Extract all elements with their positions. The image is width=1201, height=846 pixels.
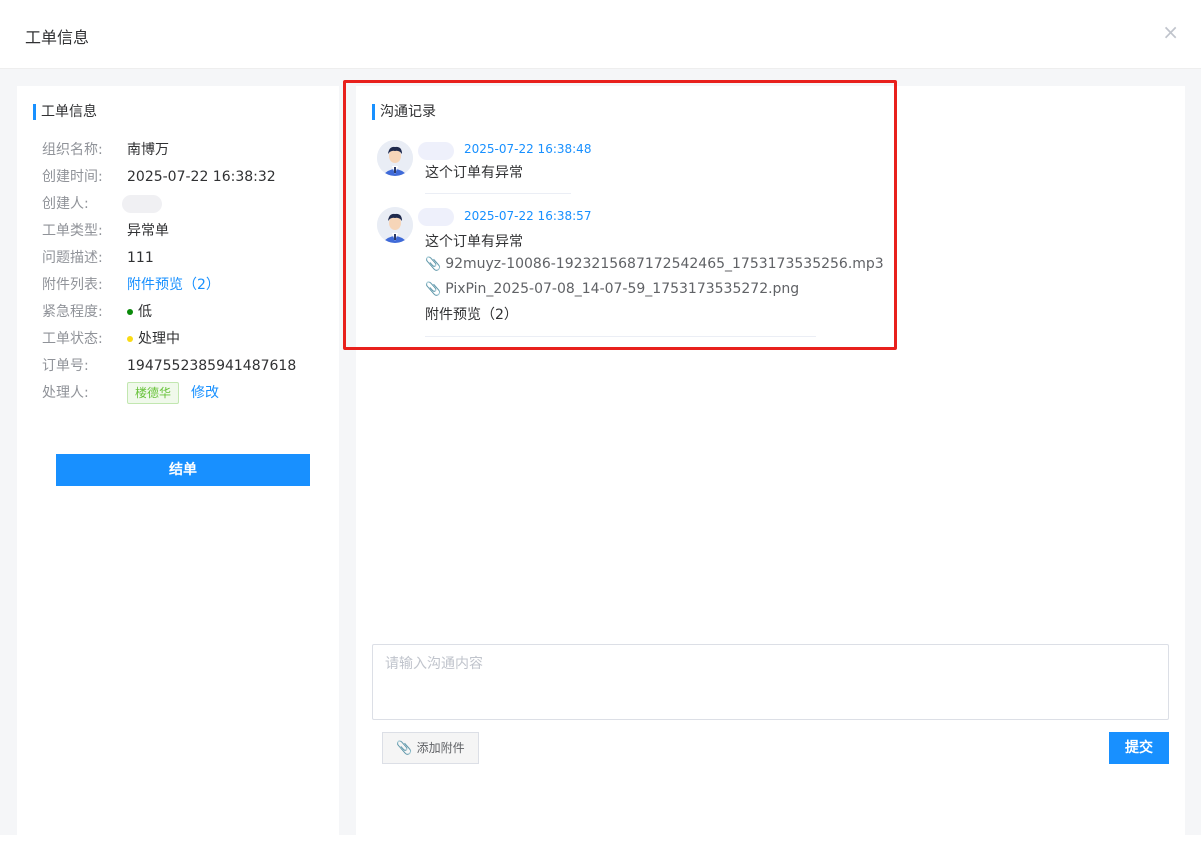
info-row-handler: 处理人: 楼德华 修改	[42, 382, 219, 404]
info-value: 南博万	[127, 142, 169, 158]
finish-ticket-button[interactable]: 结单	[56, 454, 310, 486]
info-label: 紧急程度:	[42, 304, 103, 320]
info-label: 创建时间:	[42, 169, 103, 185]
info-row-urgency: 紧急程度: 低	[42, 302, 152, 322]
edit-handler-link[interactable]: 修改	[191, 385, 219, 401]
info-label: 订单号:	[42, 358, 89, 374]
info-row-creator: 创建人:	[42, 194, 162, 214]
info-row-attachments: 附件列表: 附件预览（2）	[42, 275, 220, 295]
status-dot-icon	[127, 336, 133, 342]
ticket-info-title: 工单信息	[33, 104, 97, 120]
info-label: 组织名称:	[42, 142, 103, 158]
info-label: 处理人:	[42, 385, 89, 401]
paperclip-icon: 📎	[396, 741, 413, 756]
submit-button[interactable]: 提交	[1109, 732, 1169, 764]
info-row-order-no: 订单号: 1947552385941487618	[42, 356, 296, 376]
info-value: 2025-07-22 16:38:32	[127, 169, 276, 185]
add-attachment-button[interactable]: 📎 添加附件	[382, 732, 479, 764]
modal-header: 工单信息 ×	[0, 0, 1201, 69]
info-row-created-time: 创建时间: 2025-07-22 16:38:32	[42, 167, 276, 187]
modal-title: 工单信息	[25, 28, 90, 47]
info-label: 附件列表:	[42, 277, 103, 293]
info-row-org: 组织名称: 南博万	[42, 140, 169, 160]
message-input[interactable]: 请输入沟通内容	[372, 644, 1169, 720]
info-row-description: 问题描述: 111	[42, 248, 154, 268]
info-value: 111	[127, 250, 154, 266]
info-label: 工单状态:	[42, 331, 103, 347]
info-label: 创建人:	[42, 196, 89, 212]
info-label: 问题描述:	[42, 250, 103, 266]
attachment-preview-link[interactable]: 附件预览（2）	[127, 275, 220, 295]
highlight-box	[343, 80, 897, 350]
add-attachment-label: 添加附件	[416, 741, 465, 755]
info-value: 1947552385941487618	[127, 358, 297, 374]
handler-tag: 楼德华	[127, 382, 180, 404]
creator-avatar-blurred	[122, 195, 162, 213]
info-value: 低	[138, 304, 152, 320]
info-row-type: 工单类型: 异常单	[42, 221, 169, 241]
info-value: 异常单	[127, 223, 169, 239]
info-row-status: 工单状态: 处理中	[42, 329, 180, 349]
info-label: 工单类型:	[42, 223, 103, 239]
info-value: 处理中	[138, 331, 180, 347]
close-icon[interactable]: ×	[1162, 21, 1179, 43]
urgency-dot-icon	[127, 309, 133, 315]
